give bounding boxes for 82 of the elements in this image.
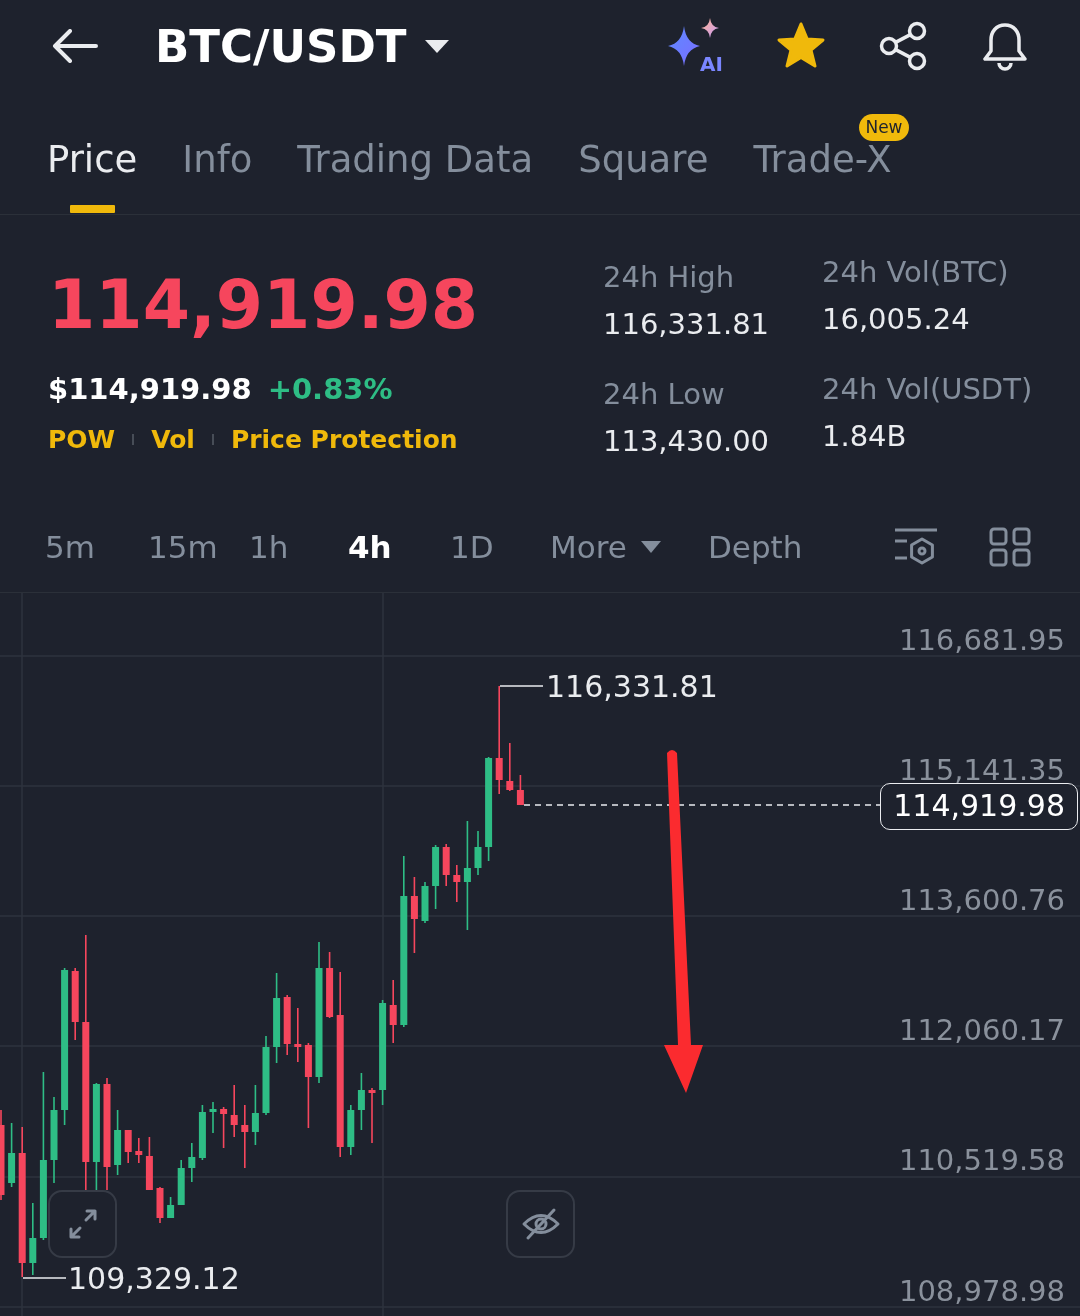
interval-tab[interactable]: 1D (450, 531, 494, 563)
price-axis-label: 108,978.98 (898, 1276, 1065, 1306)
stat-label: 24h Low (603, 380, 725, 409)
current-price-label: 114,919.98 (880, 783, 1078, 830)
tab[interactable]: Price (47, 141, 138, 213)
price-axis-label: 113,600.76 (898, 885, 1065, 915)
grid-layout-icon[interactable] (988, 527, 1032, 567)
candlestick (145, 1137, 153, 1190)
candlestick (283, 995, 291, 1055)
candlestick (230, 1085, 238, 1137)
back-arrow-icon[interactable] (52, 29, 98, 63)
candlestick (241, 1105, 249, 1168)
fullscreen-button[interactable] (48, 1190, 117, 1258)
candlestick (294, 1008, 302, 1062)
candlestick (326, 952, 334, 1018)
stat-label: 24h Vol(BTC) (822, 258, 1009, 287)
low-price-marker: 109,329.12 (68, 1264, 240, 1294)
candlestick (220, 1107, 228, 1148)
interval-tab[interactable]: Depth (708, 531, 803, 563)
candlestick (177, 1160, 185, 1205)
leader-line (499, 685, 544, 687)
indicator-settings-icon[interactable] (894, 527, 938, 567)
candlestick (198, 1105, 206, 1160)
candlestick (368, 1088, 376, 1143)
share-icon[interactable] (878, 21, 928, 71)
price-axis-label: 110,519.58 (898, 1146, 1065, 1176)
tab[interactable]: Trade-X (753, 141, 892, 213)
candlestick (71, 968, 79, 1040)
candlestick (516, 775, 524, 805)
usd-price: $114,919.98 (48, 375, 252, 404)
price-axis-label: 115,141.35 (898, 755, 1065, 785)
candlestick (29, 1203, 37, 1275)
stat-value: 116,331.81 (603, 310, 770, 339)
candlestick (442, 844, 450, 886)
candlestick (251, 1085, 259, 1145)
hide-button[interactable] (506, 1190, 575, 1258)
new-badge: New (859, 114, 909, 141)
last-price: 114,919.98 (48, 271, 479, 339)
interval-tab[interactable]: 4h (348, 531, 392, 563)
candlestick (357, 1073, 365, 1130)
tab[interactable]: Trading Data (297, 141, 534, 213)
tag-link[interactable]: POW (48, 427, 116, 452)
eye-slash-icon (520, 1206, 561, 1242)
interval-tab[interactable]: 1h (249, 531, 289, 563)
price-axis-label: 112,060.17 (898, 1016, 1065, 1046)
candlestick (347, 1105, 355, 1155)
candlestick (114, 1110, 122, 1175)
leader-line (22, 1277, 67, 1279)
interval-tab[interactable]: 5m (45, 531, 95, 563)
high-price-marker: 116,331.81 (546, 672, 718, 702)
notification-bell-icon[interactable] (980, 21, 1030, 71)
price-change: +0.83% (267, 375, 393, 404)
candlestick (135, 1138, 143, 1163)
candlestick (421, 882, 429, 923)
candlestick (188, 1143, 196, 1182)
ai-assistant-button[interactable]: AI (668, 18, 724, 74)
candlestick (156, 1187, 164, 1223)
candlestick (8, 1123, 16, 1187)
candlestick (389, 980, 397, 1043)
pair-selector[interactable]: BTC/USDT (155, 23, 451, 69)
candlestick (124, 1130, 132, 1163)
candlestick (432, 845, 440, 909)
candlestick (167, 1197, 175, 1218)
caret-icon (640, 541, 661, 553)
candlestick (453, 865, 461, 902)
selected-tab-indicator (69, 205, 115, 213)
stat-value: 113,430.00 (603, 427, 770, 456)
candlestick (209, 1102, 217, 1133)
stat-value: 16,005.24 (822, 305, 970, 334)
tab[interactable]: Info (182, 141, 253, 213)
tab[interactable]: Square (578, 141, 709, 213)
candlestick (474, 831, 482, 875)
tag-link[interactable]: Vol (151, 427, 195, 452)
candlestick (506, 743, 514, 791)
stat-label: 24h Vol(USDT) (822, 375, 1033, 404)
interval-tab[interactable]: 15m (148, 531, 218, 563)
price-axis-label: 116,681.95 (898, 625, 1065, 655)
stat-label: 24h High (603, 263, 735, 292)
more-dropdown[interactable]: More (550, 531, 661, 563)
stat-value: 1.84B (822, 422, 907, 451)
caret-icon (424, 38, 451, 54)
tag-link[interactable]: Price Protection (230, 427, 458, 452)
